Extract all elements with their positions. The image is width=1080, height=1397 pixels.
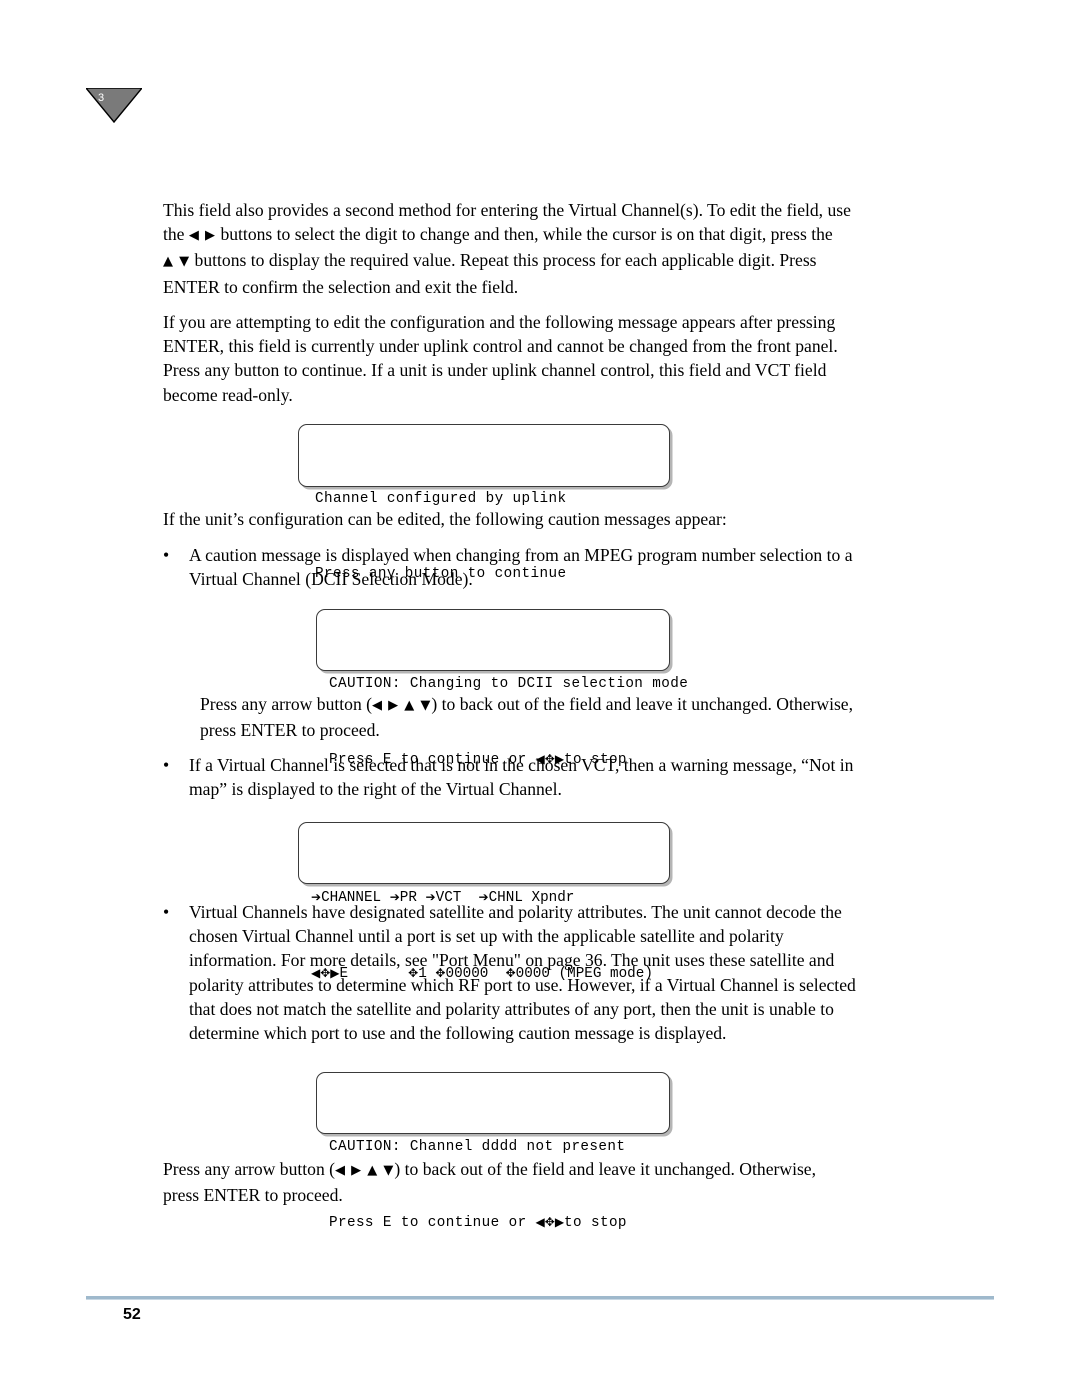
paragraph-line: ) to back out of the field and leave it … bbox=[431, 694, 854, 714]
paragraph-line: Press any arrow button ( bbox=[200, 694, 372, 714]
bullet-marker: • bbox=[163, 902, 170, 922]
paragraph-line: ) to back out of the field and leave it … bbox=[394, 1159, 817, 1179]
paragraph-line: Press any button to continue. If a unit … bbox=[163, 360, 827, 381]
paragraph-edit-field: This field also provides a second method… bbox=[163, 198, 1008, 299]
paragraph-line: Virtual Channel (DCII Selection Mode). bbox=[189, 569, 473, 590]
paragraph-line: polarity attributes to determine which R… bbox=[189, 974, 856, 995]
footer-divider-secondary bbox=[86, 1299, 994, 1300]
paragraph-line: press ENTER to proceed. bbox=[200, 720, 380, 741]
paragraph-line: determine which port to use and the foll… bbox=[189, 1023, 727, 1044]
list-item-caution-dcii: • A caution message is displayed when ch… bbox=[163, 543, 1008, 591]
arrow-cluster-icon: ◀✥▶ bbox=[535, 1215, 565, 1229]
paragraph-line: Virtual Channels have designated satelli… bbox=[189, 902, 842, 922]
chapter-marker: 3 bbox=[86, 88, 142, 124]
paragraph-line: This field also provides a second method… bbox=[163, 200, 851, 220]
lcd-line-2-pre: Press E to continue or bbox=[329, 1215, 536, 1231]
bullet-marker: • bbox=[163, 755, 170, 775]
lcd-message-dcii-caution: CAUTION: Changing to DCII selection mode… bbox=[316, 609, 688, 768]
paragraph-line: If a Virtual Channel is selected that is… bbox=[189, 755, 854, 775]
paragraph-line: ENTER to confirm the selection and exit … bbox=[163, 276, 519, 297]
list-item-satellite-polarity: • Virtual Channels have designated satel… bbox=[163, 900, 1008, 1045]
arrow-glyphs: ◀ ▶ ▲ ▼ bbox=[372, 698, 432, 713]
paragraph-line: the bbox=[163, 224, 185, 245]
paragraph-line: map” is displayed to the right of the Vi… bbox=[189, 779, 562, 800]
lcd-message-channel-status: ➔CHANNEL ➔PR ➔VCT ➔CHNL Xpndr ◀✥▶E ✥1 ✥0… bbox=[298, 822, 670, 982]
page-number: 52 bbox=[123, 1306, 141, 1323]
lcd-line-2: Press E to continue or ◀✥▶to stop bbox=[329, 1210, 653, 1236]
list-item-text: A caution message is displayed when chan… bbox=[189, 543, 853, 591]
paragraph-line: buttons to select the digit to change an… bbox=[220, 224, 833, 245]
lcd-line-2-post: to stop bbox=[564, 1215, 627, 1231]
up-down-arrow-glyphs: ▲ ▼ bbox=[163, 254, 191, 270]
paragraph-line: A caution message is displayed when chan… bbox=[189, 545, 853, 565]
paragraph-line: If you are attempting to edit the config… bbox=[163, 312, 836, 332]
lcd-message-uplink: Channel configured by uplink Press any b… bbox=[298, 424, 670, 582]
paragraph-line: Press any arrow button ( bbox=[163, 1159, 335, 1179]
paragraph-line: become read-only. bbox=[163, 384, 293, 405]
bullet-marker: • bbox=[163, 545, 170, 565]
paragraph-caution-intro: If the unit’s configuration can be edite… bbox=[163, 507, 1008, 531]
paragraph-line: that does not match the satellite and po… bbox=[189, 998, 834, 1019]
paragraph-line: chosen Virtual Channel until a port is s… bbox=[189, 926, 784, 947]
chapter-number: 3 bbox=[98, 92, 104, 104]
paragraph-line: information. For more details, see "Port… bbox=[189, 950, 835, 971]
list-item-not-in-map: • If a Virtual Channel is selected that … bbox=[163, 753, 1008, 801]
paragraph-arrow-backout-1: Press any arrow button (◀ ▶ ▲ ▼) to back… bbox=[200, 692, 1010, 742]
paragraph-line: buttons to display the required value. R… bbox=[194, 250, 817, 271]
paragraph-uplink-control: If you are attempting to edit the config… bbox=[163, 310, 1008, 407]
list-item-text: Virtual Channels have designated satelli… bbox=[189, 900, 856, 1045]
arrow-glyphs: ◀ ▶ ▲ ▼ bbox=[335, 1163, 395, 1178]
paragraph-line: ENTER, this field is currently under upl… bbox=[163, 336, 838, 357]
paragraph-line: press ENTER to proceed. bbox=[163, 1185, 343, 1206]
list-item-text: If a Virtual Channel is selected that is… bbox=[189, 753, 853, 801]
paragraph-arrow-backout-2: Press any arrow button (◀ ▶ ▲ ▼) to back… bbox=[163, 1157, 1008, 1207]
left-right-arrow-glyphs: ◀ ▶ bbox=[188, 228, 217, 244]
paragraph-line: If the unit’s configuration can be edite… bbox=[163, 509, 727, 529]
lcd-message-channel-not-present: CAUTION: Channel dddd not present Press … bbox=[316, 1072, 670, 1231]
document-page: 3 This field also provides a second meth… bbox=[0, 0, 1080, 1397]
